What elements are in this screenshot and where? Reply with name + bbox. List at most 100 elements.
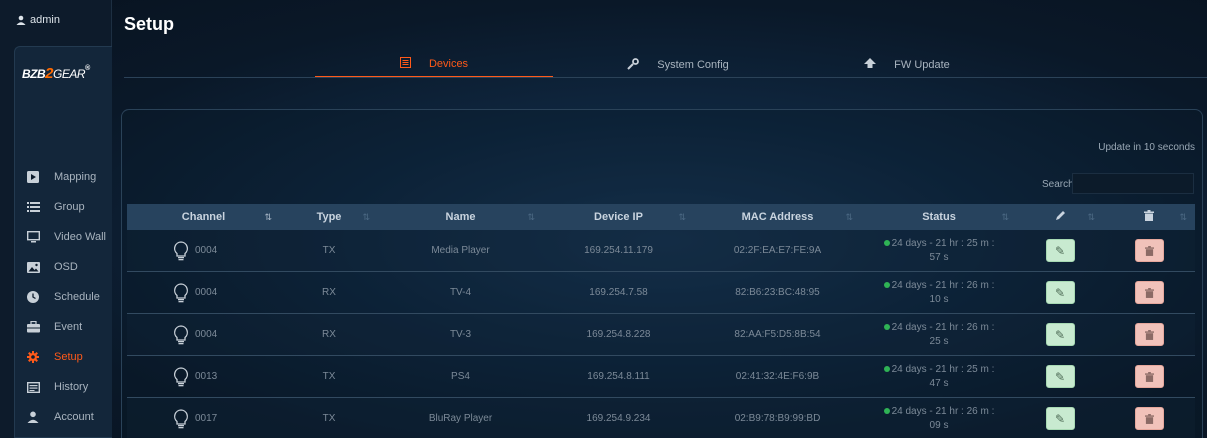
sidebar-item-label: Account: [54, 411, 94, 423]
update-notice: Update in 10 seconds: [1098, 142, 1195, 153]
tab-label: FW Update: [894, 59, 950, 71]
tab-system-config[interactable]: System Config: [578, 52, 778, 78]
lightbulb-icon: [174, 240, 188, 260]
sidebar-item-schedule[interactable]: Schedule: [26, 282, 106, 312]
cell-name: TV-4: [449, 287, 472, 298]
lightbulb-icon: [174, 366, 188, 386]
cell-status: 24 days - 21 hr : 26 m : 09 s: [861, 398, 1017, 438]
delete-button[interactable]: [1134, 281, 1164, 304]
column-header-delete[interactable]: ⇅: [1103, 204, 1195, 230]
online-status-dot: [883, 323, 890, 330]
column-header-device-ip[interactable]: Device IP ⇅: [543, 204, 694, 230]
cell-status: 24 days - 21 hr : 25 m : 57 s: [861, 230, 1017, 271]
cell-name: TV-3: [449, 329, 472, 340]
brand-logo: BZB2GEAR®: [22, 65, 90, 82]
sidebar-item-osd[interactable]: OSD: [26, 252, 106, 282]
trash-icon: [1144, 210, 1154, 224]
search-input[interactable]: [1072, 173, 1194, 194]
table-row[interactable]: 0004 TX Media Player 169.254.11.179 02:2…: [127, 230, 1195, 272]
edit-button[interactable]: ✎: [1045, 365, 1075, 388]
online-status-dot: [883, 407, 890, 414]
edit-button[interactable]: ✎: [1045, 407, 1075, 430]
tab-label: System Config: [657, 59, 729, 71]
cell-status: 24 days - 21 hr : 26 m : 25 s: [861, 314, 1017, 355]
cell-edit: ✎: [1017, 356, 1103, 397]
sidebar-item-account[interactable]: Account: [26, 402, 106, 432]
sidebar-item-history[interactable]: History: [26, 372, 106, 402]
cell-channel: 0017: [127, 398, 280, 438]
delete-button[interactable]: [1134, 407, 1164, 430]
sidebar-item-event[interactable]: Event: [26, 312, 106, 342]
trash-icon: [1144, 371, 1154, 382]
user-menu[interactable]: admin: [16, 14, 60, 26]
sidebar-menu: Mapping Group Video Wall OSD Schedule Ev…: [26, 162, 106, 432]
cell-device-ip: 169.254.8.111: [587, 371, 650, 382]
delete-button[interactable]: [1134, 323, 1164, 346]
wrench-icon: [627, 57, 640, 73]
cell-delete: [1103, 314, 1195, 355]
edit-button[interactable]: ✎: [1045, 281, 1075, 304]
person-icon: [26, 410, 40, 424]
sidebar-item-video-wall[interactable]: Video Wall: [26, 222, 106, 252]
person-icon: [16, 15, 26, 25]
cell-type: RX: [322, 329, 336, 340]
cell-mac-address: 82:AA:F5:D5:8B:54: [734, 329, 821, 340]
devices-table: Channel ⇅ Type ⇅ Name ⇅ Device IP ⇅ MAC Addr…: [127, 204, 1195, 438]
sidebar-item-label: Setup: [54, 351, 83, 363]
gear-icon: [26, 350, 40, 364]
sidebar-item-group[interactable]: Group: [26, 192, 106, 222]
table-row[interactable]: 0013 TX PS4 169.254.8.111 02:41:32:4E:F6…: [127, 356, 1195, 398]
tabs-divider: [124, 77, 1207, 78]
column-header-mac-address[interactable]: MAC Address ⇅: [694, 204, 861, 230]
sidebar-item-mapping[interactable]: Mapping: [26, 162, 106, 192]
log-icon: [26, 380, 40, 394]
cell-status: 24 days - 21 hr : 25 m : 47 s: [861, 356, 1017, 397]
column-header-edit[interactable]: ⇅: [1017, 204, 1103, 230]
sidebar-item-label: OSD: [54, 261, 78, 273]
sidebar-item-label: Event: [54, 321, 83, 333]
sort-icon: ⇅: [264, 211, 272, 222]
sort-icon: ⇅: [527, 211, 535, 222]
table-row[interactable]: 0004 RX TV-3 169.254.8.228 82:AA:F5:D5:8…: [127, 314, 1195, 356]
column-header-type[interactable]: Type ⇅: [280, 204, 378, 230]
cell-device-ip: 169.254.8.228: [586, 329, 651, 340]
trash-icon: [1144, 287, 1154, 298]
tab-label: Devices: [428, 58, 469, 70]
edit-button[interactable]: ✎: [1045, 239, 1075, 262]
sort-icon: ⇅: [678, 211, 686, 222]
sidebar-item-label: Group: [54, 201, 85, 213]
cell-edit: ✎: [1017, 314, 1103, 355]
delete-button[interactable]: [1134, 239, 1164, 262]
cell-edit: ✎: [1017, 272, 1103, 313]
column-header-channel[interactable]: Channel ⇅: [127, 204, 280, 230]
cell-name: PS4: [451, 371, 470, 382]
cell-delete: [1103, 272, 1195, 313]
tab-devices[interactable]: Devices: [315, 52, 553, 78]
sidebar-item-label: History: [54, 381, 89, 393]
edit-button[interactable]: ✎: [1045, 323, 1075, 346]
cell-channel: 0004: [127, 314, 280, 355]
list-icon: [399, 57, 411, 71]
delete-button[interactable]: [1134, 365, 1164, 388]
cell-mac-address: 82:B6:23:BC:48:95: [735, 287, 820, 298]
cell-mac-address: 02:2F:EA:E7:FE:9A: [733, 245, 822, 256]
column-header-name[interactable]: Name ⇅: [378, 204, 543, 230]
table-row[interactable]: 0004 RX TV-4 169.254.7.58 82:B6:23:BC:48…: [127, 272, 1195, 314]
cell-name: BluRay Player: [428, 413, 493, 424]
tab-fw-update[interactable]: FW Update: [842, 52, 972, 78]
online-status-dot: [883, 281, 890, 288]
table-header: Channel ⇅ Type ⇅ Name ⇅ Device IP ⇅ MAC Addr…: [127, 204, 1195, 230]
table-row[interactable]: 0017 TX BluRay Player 169.254.9.234 02:B…: [127, 398, 1195, 438]
sort-icon: ⇅: [1001, 211, 1009, 222]
cell-edit: ✎: [1017, 230, 1103, 271]
column-header-status[interactable]: Status ⇅: [861, 204, 1017, 230]
cell-delete: [1103, 398, 1195, 438]
cell-channel: 0004: [127, 230, 280, 271]
sidebar-item-label: Video Wall: [54, 231, 106, 243]
cell-channel: 0004: [127, 272, 280, 313]
lightbulb-icon: [174, 324, 188, 344]
cell-delete: [1103, 356, 1195, 397]
sidebar-item-setup[interactable]: Setup: [26, 342, 106, 372]
sort-icon: ⇅: [845, 211, 853, 222]
sidebar: admin BZB2GEAR® Mapping Group Video Wall…: [0, 0, 112, 438]
